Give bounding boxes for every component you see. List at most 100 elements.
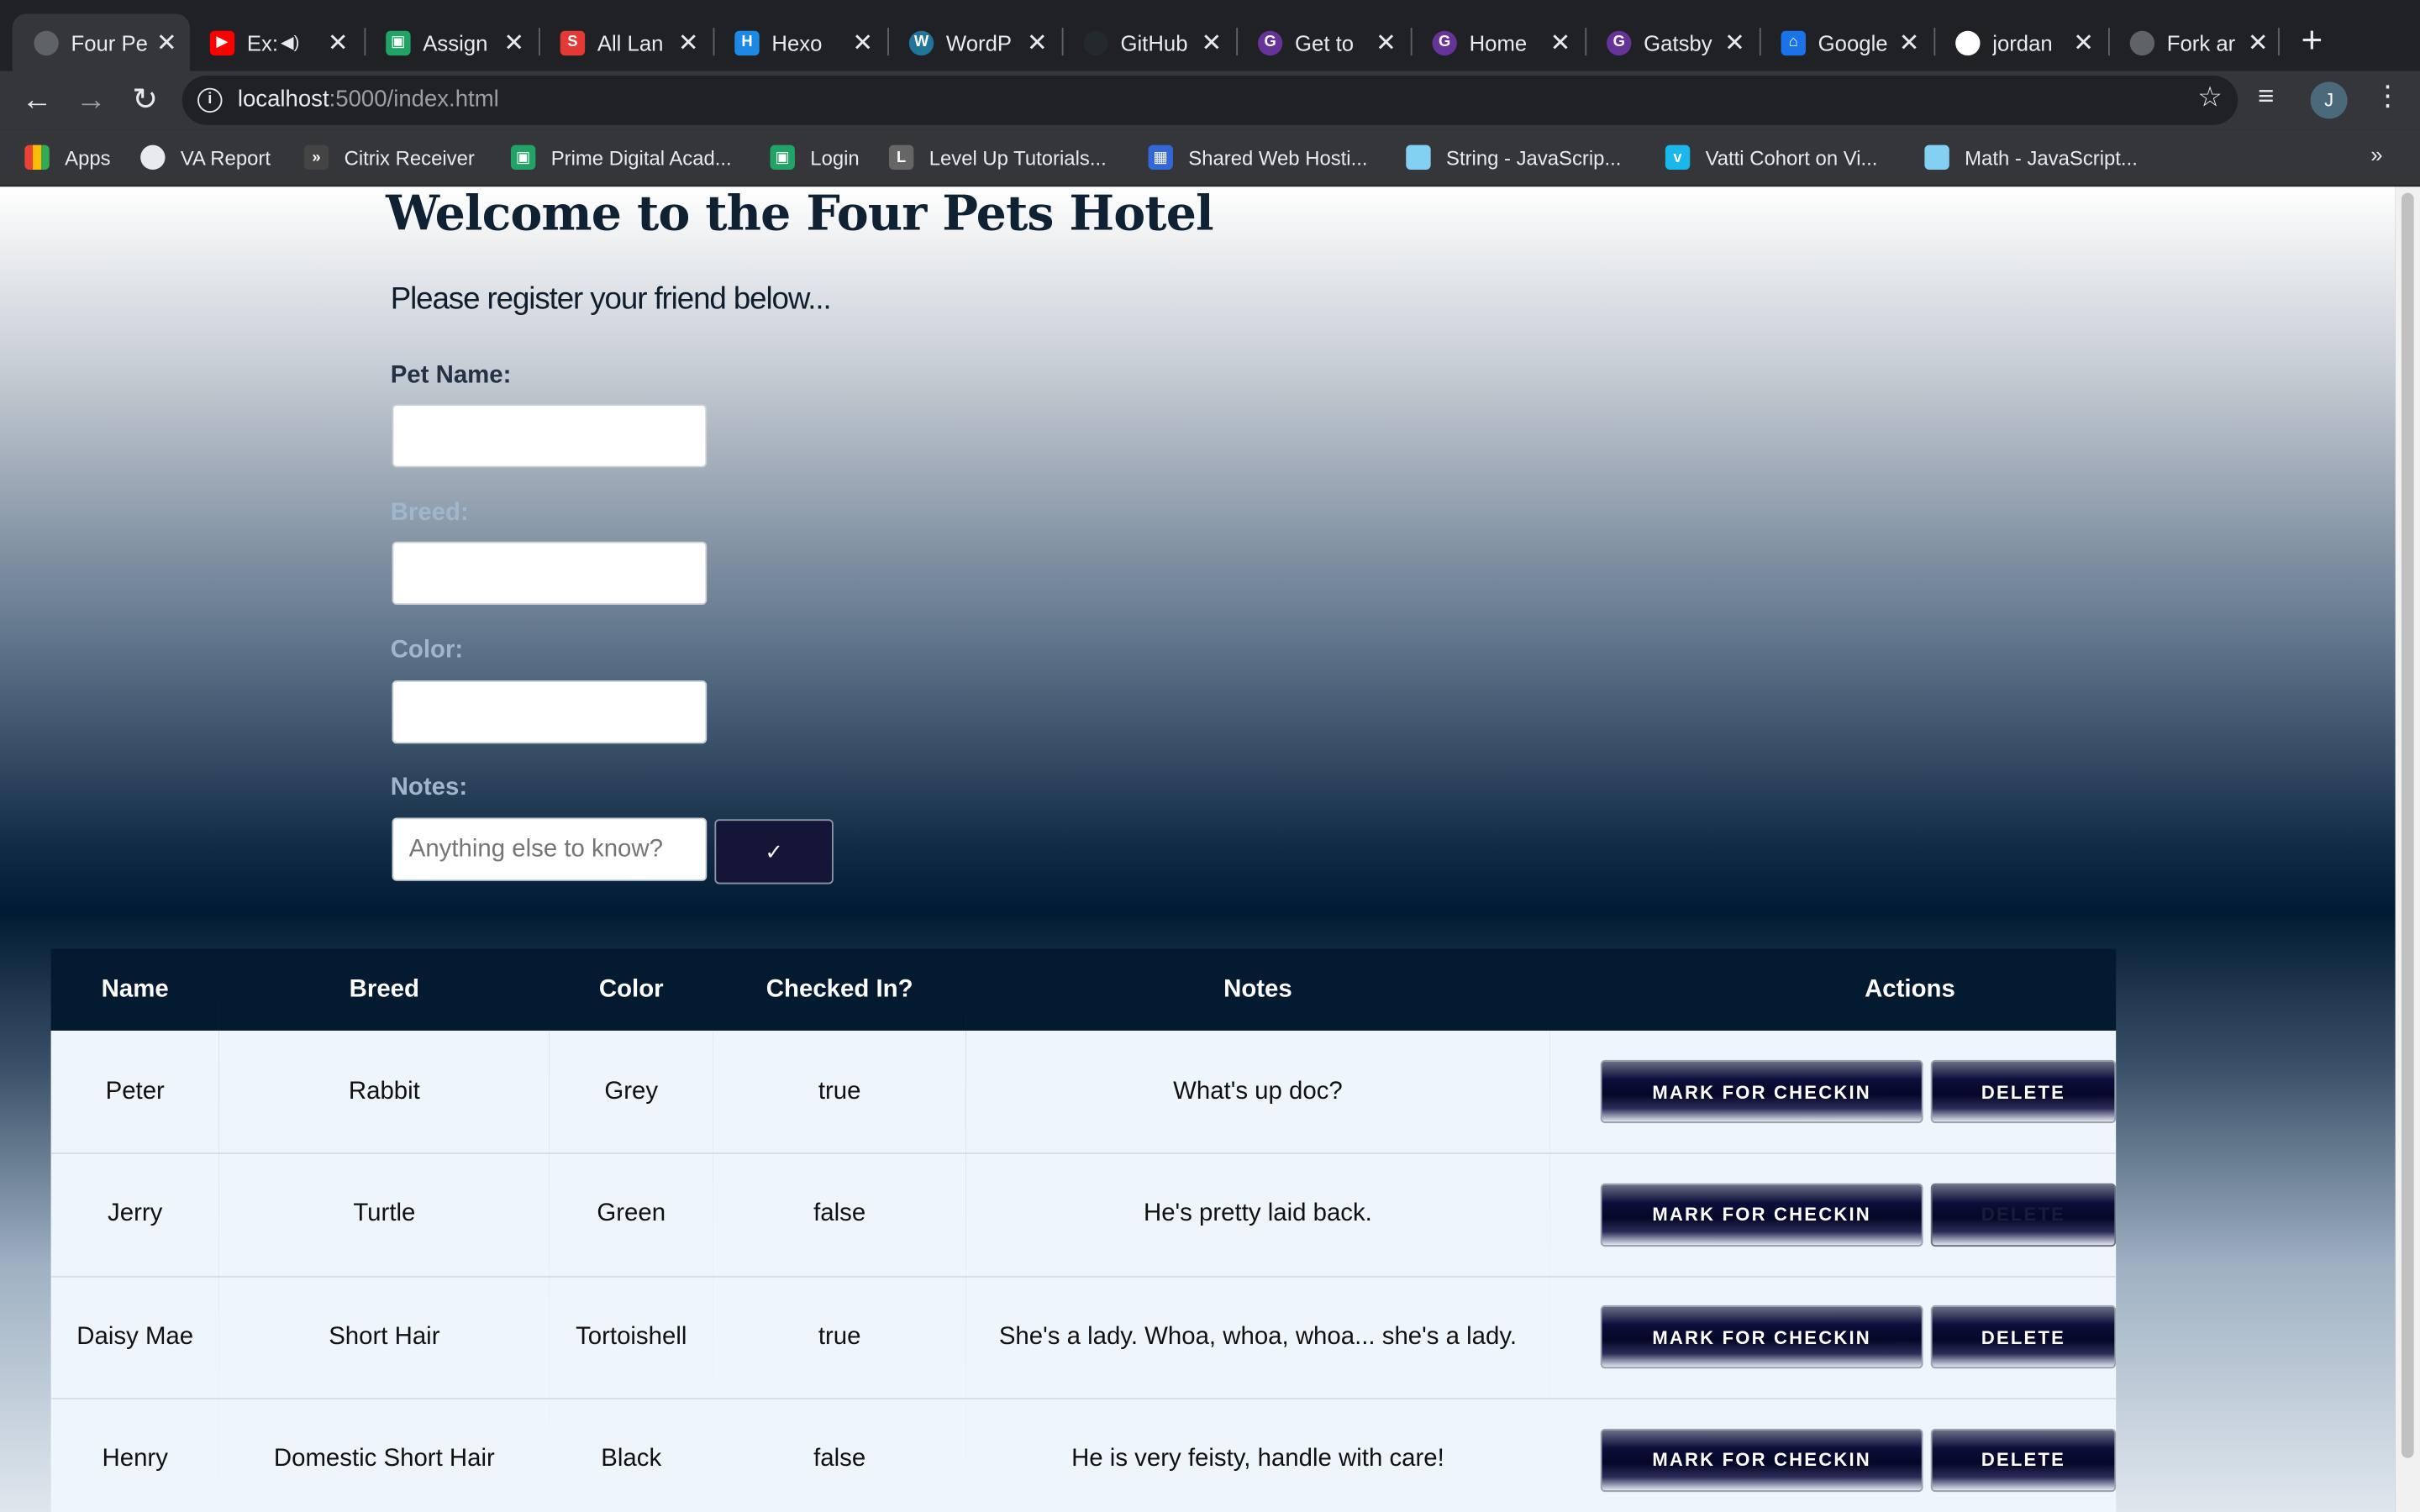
- bookmark-citrix[interactable]: » Citrix Receiver: [303, 144, 475, 171]
- url-text[interactable]: localhost:5000/index.html: [238, 87, 499, 113]
- cell-breed: Turtle: [218, 1152, 550, 1277]
- browser-menu-icon[interactable]: ⋮: [2374, 81, 2402, 113]
- breed-input[interactable]: [392, 541, 708, 606]
- globe-icon: [34, 29, 59, 55]
- close-tab-icon[interactable]: ✕: [1892, 27, 1926, 58]
- forward-arrow-icon[interactable]: →: [71, 81, 111, 121]
- tab-wordpress[interactable]: W WordP ✕: [887, 14, 1060, 71]
- delete-button[interactable]: DELETE: [1930, 1059, 2117, 1124]
- tab-youtube[interactable]: ▶ Ex: ◀) ✕: [188, 14, 361, 71]
- cell-notes: He's pretty laid back.: [965, 1152, 1550, 1277]
- header-name: Name: [50, 948, 219, 1031]
- address-bar[interactable]: i localhost:5000/index.html ☆: [182, 76, 2238, 125]
- hexo-icon: H: [734, 29, 760, 55]
- cell-checked-in: false: [713, 1152, 966, 1277]
- mark-for-checkin-button[interactable]: MARK FOR CHECKIN: [1600, 1059, 1923, 1124]
- bookmark-math-js[interactable]: Math - JavaScript...: [1924, 144, 2138, 171]
- table-row: Peter Rabbit Grey true What's up doc? MA…: [50, 1030, 2117, 1154]
- submit-pet-button[interactable]: ✓: [714, 819, 834, 885]
- table-row: Daisy Mae Short Hair Tortoishell true Sh…: [50, 1275, 2117, 1399]
- close-tab-icon[interactable]: ✕: [1020, 27, 1054, 58]
- bookmark-vatti-vimeo[interactable]: v Vatti Cohort on Vi...: [1665, 144, 1877, 171]
- bookmark-string-js[interactable]: String - JavaScrip...: [1406, 144, 1621, 171]
- bookmark-va-report[interactable]: VA Report: [140, 144, 271, 171]
- mark-for-checkin-button[interactable]: MARK FOR CHECKIN: [1600, 1428, 1923, 1492]
- tab-google[interactable]: ⌂ Google ✕: [1760, 14, 1933, 71]
- globe-icon: [2129, 29, 2155, 55]
- bookmark-level-up[interactable]: L Level Up Tutorials...: [888, 144, 1107, 171]
- close-tab-icon[interactable]: ✕: [2241, 27, 2275, 58]
- pet-name-input[interactable]: [392, 404, 708, 468]
- notes-input[interactable]: [392, 817, 708, 881]
- header-actions: Actions: [1549, 948, 2117, 1031]
- header-notes: Notes: [965, 948, 1550, 1031]
- s-icon: S: [560, 29, 586, 55]
- close-tab-icon[interactable]: ✕: [321, 27, 355, 58]
- new-tab-button[interactable]: +: [2293, 18, 2330, 65]
- close-tab-icon[interactable]: ✕: [671, 27, 705, 58]
- tab-assignment[interactable]: ▣ Assign ✕: [364, 14, 537, 71]
- close-tab-icon[interactable]: ✕: [1718, 27, 1751, 58]
- cell-name: Peter: [50, 1030, 219, 1154]
- tab-jordan[interactable]: jordan ✕: [1933, 14, 2107, 71]
- apps-grid-icon: [24, 144, 50, 171]
- mark-for-checkin-button[interactable]: MARK FOR CHECKIN: [1600, 1183, 1923, 1247]
- close-tab-icon[interactable]: ✕: [1195, 27, 1228, 58]
- site-info-icon[interactable]: i: [197, 87, 223, 113]
- breed-label: Breed:: [390, 500, 469, 527]
- mark-for-checkin-button[interactable]: MARK FOR CHECKIN: [1600, 1305, 1923, 1369]
- page-title: Welcome to the Four Pets Hotel: [386, 186, 1213, 243]
- tab-all-languages[interactable]: S All Lan ✕: [539, 14, 712, 71]
- cell-notes: She's a lady. Whoa, whoa, whoa... she's …: [965, 1275, 1550, 1399]
- tab-home[interactable]: G Home ✕: [1411, 14, 1584, 71]
- audio-playing-icon[interactable]: ◀): [281, 33, 299, 52]
- delete-button[interactable]: DELETE: [1930, 1183, 2117, 1247]
- tab-fork[interactable]: Fork ar ✕: [2108, 14, 2281, 71]
- media-playlist-icon[interactable]: ≡: [2258, 81, 2274, 113]
- gatsby-icon: G: [1257, 29, 1283, 55]
- cell-notes: What's up doc?: [965, 1030, 1550, 1154]
- bookmarks-overflow-icon[interactable]: »: [2370, 142, 2382, 166]
- close-tab-icon[interactable]: ✕: [1544, 27, 1577, 58]
- google-icon: ⌂: [1781, 29, 1806, 55]
- tab-four-pets[interactable]: Four Pe ✕: [12, 13, 190, 71]
- bookmark-star-icon[interactable]: ☆: [2197, 81, 2223, 114]
- bookmark-login[interactable]: ▣ Login: [770, 144, 860, 171]
- cell-color: Green: [549, 1152, 713, 1277]
- close-tab-icon[interactable]: ✕: [1369, 27, 1402, 58]
- cell-name: Jerry: [50, 1152, 219, 1277]
- bookmarks-bar: Apps VA Report » Citrix Receiver ▣ Prime…: [0, 129, 2420, 187]
- cell-color: Grey: [549, 1030, 713, 1154]
- browser-tab-strip: Four Pe ✕ ▶ Ex: ◀) ✕ ▣ Assign ✕ S All La…: [0, 0, 2420, 71]
- tab-gatsby[interactable]: G Gatsby ✕: [1585, 14, 1758, 71]
- color-input[interactable]: [392, 680, 708, 744]
- bookmark-shared-web[interactable]: ▦ Shared Web Hosti...: [1148, 144, 1368, 171]
- row-actions: MARK FOR CHECKIN DELETE: [1549, 1428, 2117, 1492]
- close-tab-icon[interactable]: ✕: [846, 27, 880, 58]
- youtube-icon: ▶: [209, 29, 235, 55]
- bookmark-prime-digital[interactable]: ▣ Prime Digital Acad...: [510, 144, 732, 171]
- tab-hexo[interactable]: H Hexo ✕: [713, 14, 886, 71]
- close-tab-icon[interactable]: ✕: [150, 27, 183, 58]
- page-scrollbar[interactable]: [2395, 186, 2420, 1512]
- page-subtitle: Please register your friend below...: [390, 282, 832, 317]
- delete-button[interactable]: DELETE: [1930, 1428, 2117, 1492]
- tab-github[interactable]: GitHub ✕: [1062, 14, 1235, 71]
- cell-notes: He is very feisty, handle with care!: [965, 1399, 1550, 1512]
- notes-label: Notes:: [390, 774, 468, 801]
- citrix-icon: »: [303, 144, 329, 171]
- row-actions: MARK FOR CHECKIN DELETE: [1549, 1305, 2117, 1369]
- header-breed: Breed: [218, 948, 550, 1031]
- close-tab-icon[interactable]: ✕: [497, 27, 530, 58]
- cell-breed: Domestic Short Hair: [218, 1399, 550, 1512]
- bookmark-apps[interactable]: Apps: [24, 144, 111, 171]
- table-row: Henry Domestic Short Hair Black false He…: [50, 1399, 2117, 1512]
- back-arrow-icon[interactable]: ←: [17, 81, 57, 121]
- scrollbar-thumb[interactable]: [2401, 192, 2414, 1458]
- tab-get-to[interactable]: G Get to ✕: [1236, 14, 1409, 71]
- close-tab-icon[interactable]: ✕: [2066, 27, 2100, 58]
- delete-button[interactable]: DELETE: [1930, 1305, 2117, 1369]
- prime-icon: ▣: [510, 144, 536, 171]
- profile-avatar[interactable]: J: [2310, 81, 2348, 119]
- reload-icon[interactable]: ↻: [125, 81, 166, 121]
